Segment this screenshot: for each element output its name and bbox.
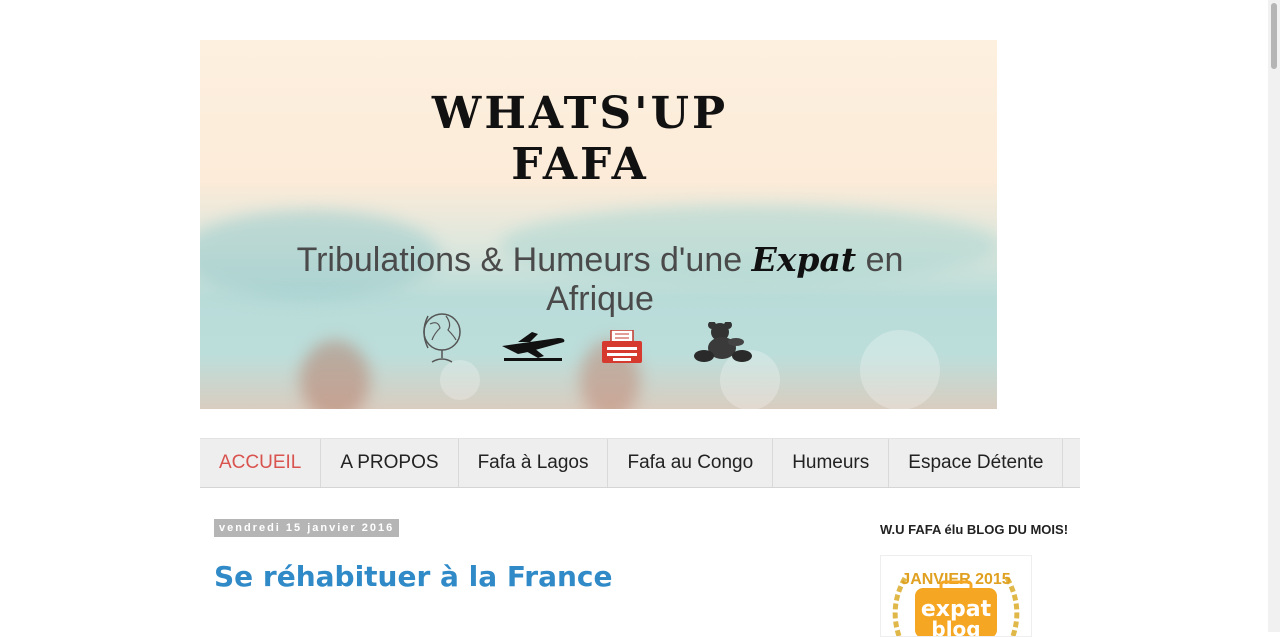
typewriter-icon [602,330,642,363]
banner-bokeh [440,360,480,400]
nav-item-fafa-a-lagos[interactable]: Fafa à Lagos [459,439,609,487]
page-scrollbar[interactable] [1268,0,1280,632]
nav-item-fafa-au-congo[interactable]: Fafa au Congo [608,439,774,487]
expat-blog-badge-image: JANVIER 2015 expat blog [892,571,1020,636]
sidebar-heading: W.U FAFA élu BLOG DU MOIS! [880,522,1069,537]
post-title[interactable]: Se réhabituer à la France [214,560,612,593]
header-icon-row [200,306,997,366]
blog-title[interactable]: WHATS'UP FAFA [370,88,790,190]
nav-item-espace-detente[interactable]: Espace Détente [889,439,1064,487]
tagline-prefix: Tribulations & Humeurs d'une [296,241,752,279]
badge-word-blog: blog [931,617,980,636]
main-nav: ACCUEIL A PROPOS Fafa à Lagos Fafa au Co… [200,438,1080,488]
blog-of-month-badge[interactable]: JANVIER 2015 expat blog [880,555,1032,637]
teddy-bear-icon [694,322,752,362]
badge-top-text: JANVIER 2015 [901,571,1010,588]
header-banner[interactable]: WHATS'UP FAFA Tribulations & Humeurs d'u… [200,40,997,409]
nav-item-humeurs[interactable]: Humeurs [773,439,890,487]
airplane-icon [502,332,565,361]
nav-item-accueil[interactable]: ACCUEIL [200,439,322,487]
tagline-emphasis: Expat [751,240,857,279]
scrollbar-thumb[interactable] [1271,3,1277,69]
globe-icon [423,313,461,363]
nav-item-a-propos[interactable]: A PROPOS [321,439,459,487]
post-date: vendredi 15 janvier 2016 [214,519,400,537]
